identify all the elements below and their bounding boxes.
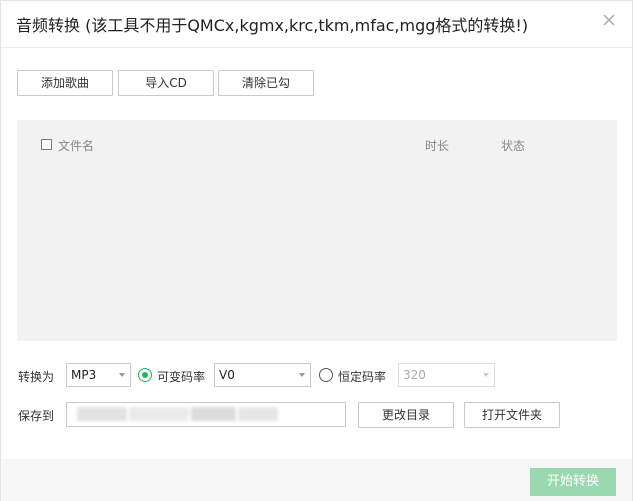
convert-to-label: 转换为: [18, 370, 55, 384]
cbr-select-value: 320: [403, 368, 426, 382]
close-button[interactable]: [600, 11, 618, 29]
column-status: 状态: [501, 139, 526, 153]
chevron-down-icon: [483, 373, 489, 377]
close-icon: [603, 14, 615, 26]
file-list[interactable]: 文件名 时长 状态: [17, 120, 617, 341]
open-folder-button[interactable]: 打开文件夹: [464, 402, 560, 428]
redacted-path: [191, 407, 236, 421]
column-filename: 文件名: [58, 139, 95, 153]
change-directory-button[interactable]: 更改目录: [358, 402, 454, 428]
file-list-header: 文件名 时长 状态: [17, 120, 617, 170]
chevron-down-icon: [299, 373, 305, 377]
audio-convert-dialog: 音频转换 (该工具不用于QMCx,kgmx,krc,tkm,mfac,mgg格式…: [0, 0, 633, 501]
save-path-input[interactable]: [66, 402, 346, 427]
cbr-radio[interactable]: [319, 368, 333, 382]
redacted-path: [129, 407, 189, 421]
vbr-select[interactable]: V0: [214, 363, 311, 387]
redacted-path: [238, 407, 278, 421]
chevron-down-icon: [119, 373, 125, 377]
import-cd-button[interactable]: 导入CD: [118, 70, 214, 96]
dialog-title: 音频转换 (该工具不用于QMCx,kgmx,krc,tkm,mfac,mgg格式…: [16, 16, 529, 35]
vbr-radio[interactable]: [138, 368, 152, 382]
vbr-label[interactable]: 可变码率: [157, 368, 205, 385]
column-duration: 时长: [425, 139, 450, 153]
start-convert-button[interactable]: 开始转换: [530, 468, 616, 496]
cbr-label[interactable]: 恒定码率: [338, 368, 386, 385]
save-to-label: 保存到: [18, 409, 55, 423]
select-all-checkbox[interactable]: [41, 139, 52, 150]
dialog-titlebar: 音频转换 (该工具不用于QMCx,kgmx,krc,tkm,mfac,mgg格式…: [1, 1, 632, 48]
format-select[interactable]: MP3: [66, 363, 131, 387]
vbr-select-value: V0: [219, 368, 235, 382]
format-select-value: MP3: [71, 368, 97, 382]
clear-checked-button[interactable]: 清除已勾: [218, 70, 314, 96]
add-song-button[interactable]: 添加歌曲: [17, 70, 113, 96]
redacted-path: [77, 407, 127, 421]
cbr-select: 320: [398, 363, 495, 387]
